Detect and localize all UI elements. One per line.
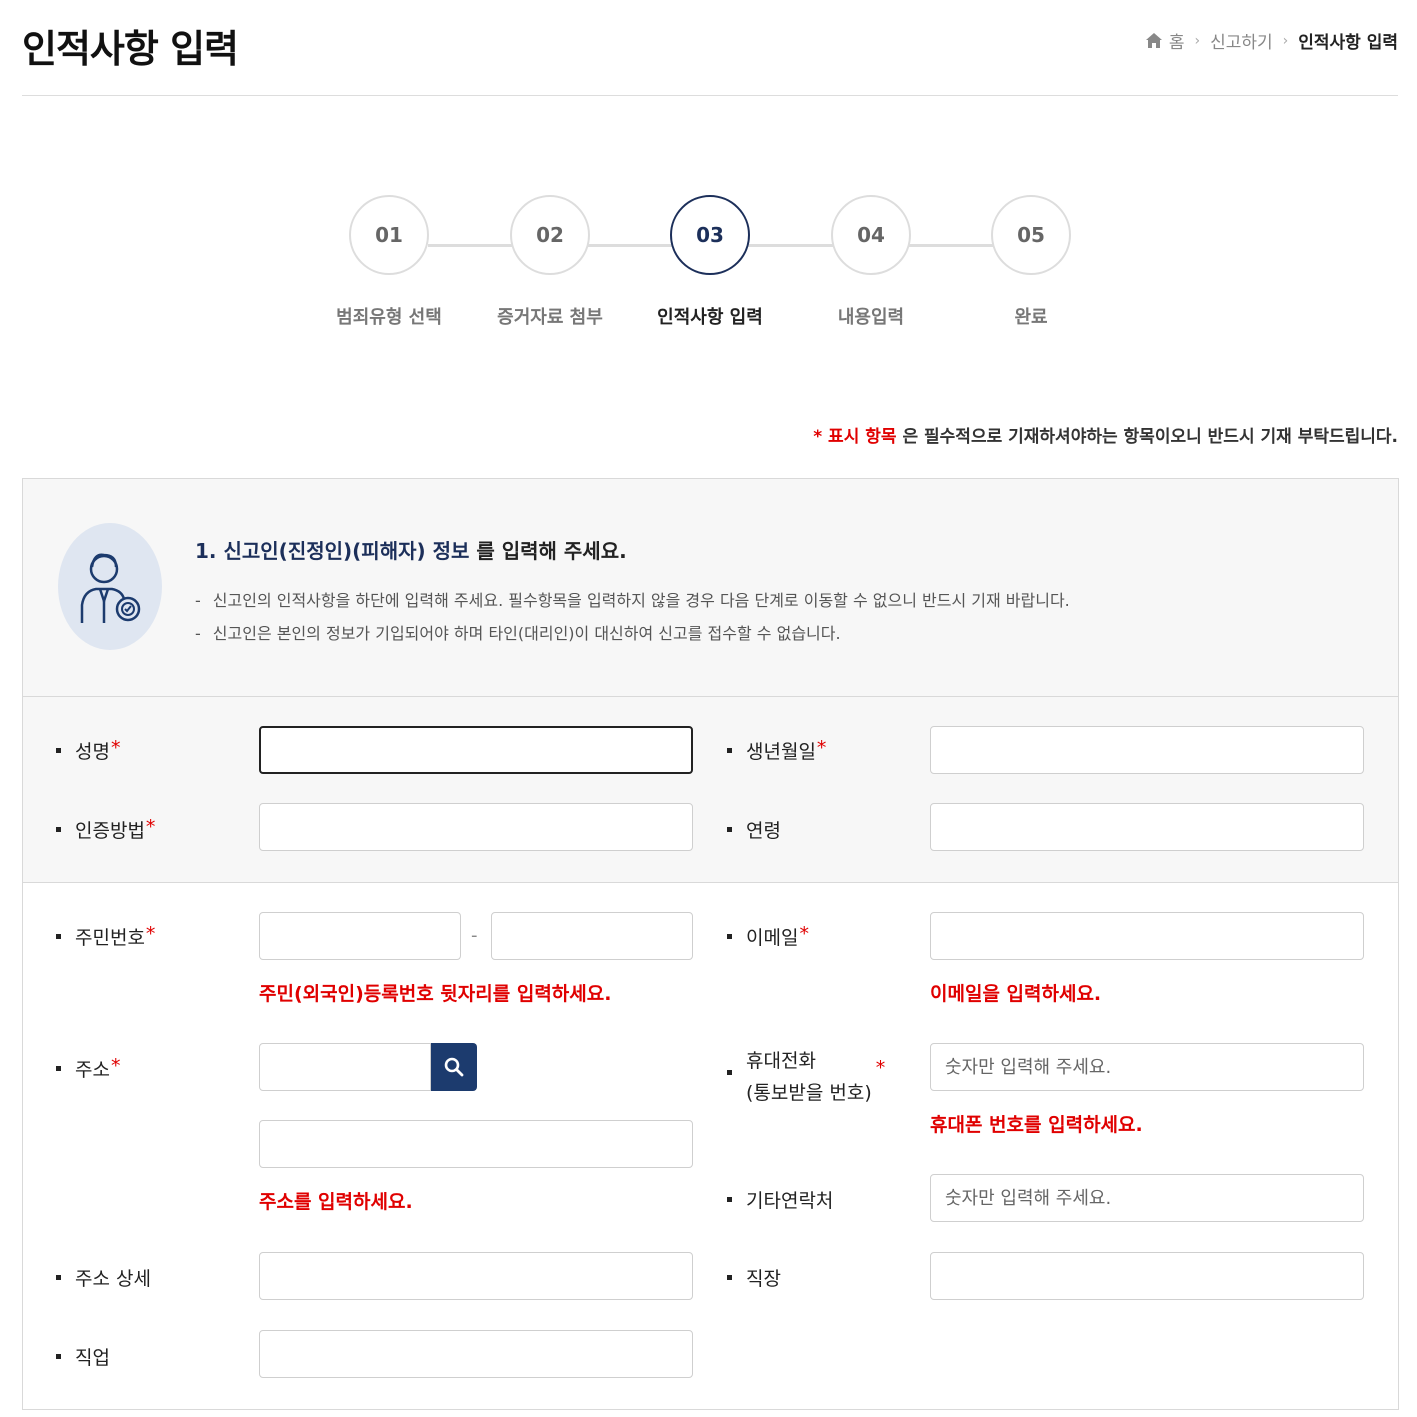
workplace-input[interactable]: [930, 1252, 1364, 1300]
step-label: 범죄유형 선택: [336, 307, 442, 328]
reporter-form: 1. 신고인(진정인)(피해자) 정보 를 입력해 주세요. - 신고인의 인적사…: [22, 478, 1399, 1410]
required-note-text: 은 필수적으로 기재하셔야하는 항목이오니 반드시 기재 부탁드립니다.: [896, 427, 1398, 447]
address-label: 주소 *: [56, 1055, 120, 1082]
email-input[interactable]: [930, 912, 1364, 960]
info-panel: 1. 신고인(진정인)(피해자) 정보 를 입력해 주세요. - 신고인의 인적사…: [23, 479, 1398, 697]
address-error: 주소를 입력하세요.: [259, 1191, 413, 1213]
info-line-1: - 신고인의 인적사항을 하단에 입력해 주세요. 필수항목을 입력하지 않을 경…: [195, 591, 1070, 610]
required-note: * 표시 항목 은 필수적으로 기재하셔야하는 항목이오니 반드시 기재 부탁드…: [813, 422, 1398, 447]
address-detail-label: 주소 상세: [56, 1264, 151, 1291]
verified-fields-band: [23, 697, 1398, 883]
name-label: 성명 *: [56, 737, 120, 764]
verified-user-icon: [80, 553, 141, 623]
age-input[interactable]: [930, 803, 1364, 851]
rrn-back-input[interactable]: [491, 912, 693, 960]
occupation-label: 직업: [56, 1343, 110, 1370]
mobile-input[interactable]: [930, 1043, 1364, 1091]
rrn-front-input[interactable]: [259, 912, 461, 960]
section-title-highlight: 1. 신고인(진정인)(피해자) 정보: [195, 539, 470, 563]
section-title-rest: 를 입력해 주세요.: [469, 539, 627, 563]
breadcrumb-report[interactable]: 신고하기: [1210, 28, 1273, 53]
postcode-input[interactable]: [259, 1043, 431, 1091]
step-3: 03 인적사항 입력: [630, 195, 790, 329]
rrn-separator: -: [471, 925, 478, 946]
divider: [22, 95, 1398, 96]
avatar: [58, 523, 162, 650]
auth-method-label: 인증방법 *: [56, 816, 155, 843]
auth-method-input[interactable]: [259, 803, 693, 851]
chevron-right-icon: ›: [1194, 32, 1201, 49]
birth-label: 생년월일 *: [727, 737, 826, 764]
other-contact-input[interactable]: [930, 1174, 1364, 1222]
address-detail-input[interactable]: [259, 1252, 693, 1300]
step-number: 03: [670, 195, 750, 275]
step-number: 05: [991, 195, 1071, 275]
step-label: 증거자료 첨부: [497, 307, 603, 328]
occupation-input[interactable]: [259, 1330, 693, 1378]
breadcrumb: 홈 › 신고하기 › 인적사항 입력: [1145, 28, 1398, 53]
section-title: 1. 신고인(진정인)(피해자) 정보 를 입력해 주세요.: [195, 535, 627, 564]
step-label: 인적사항 입력: [657, 307, 763, 328]
name-input[interactable]: [259, 726, 693, 774]
step-number: 02: [510, 195, 590, 275]
step-label: 완료: [1014, 307, 1048, 328]
mobile-error: 휴대폰 번호를 입력하세요.: [930, 1114, 1143, 1136]
age-label: 연령: [727, 816, 781, 843]
address-search-button[interactable]: [431, 1043, 477, 1091]
breadcrumb-home[interactable]: 홈: [1169, 28, 1185, 53]
rrn-label: 주민번호 *: [56, 923, 155, 950]
step-4: 04 내용입력: [791, 195, 951, 329]
other-contact-label: 기타연락처: [727, 1186, 833, 1213]
search-icon: [444, 1057, 464, 1077]
step-number: 01: [349, 195, 429, 275]
step-2: 02 증거자료 첨부: [470, 195, 630, 329]
email-error: 이메일을 입력하세요.: [930, 983, 1102, 1005]
rrn-error: 주민(외국인)등록번호 뒷자리를 입력하세요.: [259, 983, 612, 1005]
step-5: 05 완료: [951, 195, 1111, 329]
progress-steps: 01 범죄유형 선택 02 증거자료 첨부 03 인적사항 입력 04 내용입력…: [320, 195, 1100, 345]
page-title: 인적사항 입력: [22, 27, 239, 71]
step-1: 01 범죄유형 선택: [309, 195, 469, 329]
step-number: 04: [831, 195, 911, 275]
breadcrumb-current: 인적사항 입력: [1298, 33, 1398, 53]
chevron-right-icon: ›: [1282, 32, 1289, 49]
birth-date-input[interactable]: [930, 726, 1364, 774]
address-input[interactable]: [259, 1120, 693, 1168]
mobile-label: 휴대전화 (통보받을 번호) *: [727, 1045, 885, 1109]
info-line-2: - 신고인은 본인의 정보가 기입되어야 하며 타인(대리인)이 대신하여 신고를…: [195, 624, 841, 643]
step-label: 내용입력: [837, 307, 905, 328]
required-marker: * 표시 항목: [813, 427, 897, 447]
email-label: 이메일 *: [727, 923, 809, 950]
workplace-label: 직장: [727, 1264, 781, 1291]
home-icon[interactable]: [1145, 32, 1163, 49]
